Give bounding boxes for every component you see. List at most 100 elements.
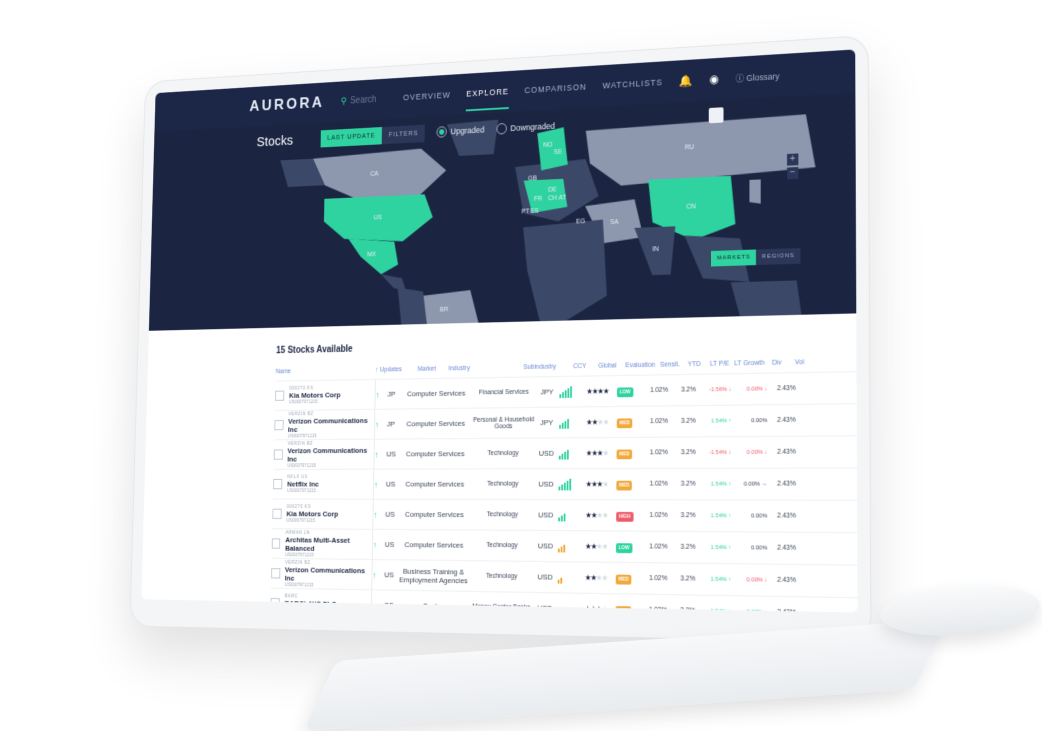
stock-name-block[interactable]: VERZIN BZ Verizon Communications Inc US0… [288,410,375,439]
market-cell: US [386,450,398,459]
evaluation-stars: ★★★★ [586,387,617,396]
row-checkbox[interactable] [272,538,281,548]
global-rating-bars [558,509,585,521]
div-cell: 0.00% [731,513,767,519]
subindustry-cell: Technology [472,511,534,518]
table-row[interactable]: NFLX US Netflix Inc US0007971215 ↑ US Co… [273,467,857,499]
vol-cell: 2.43% [767,449,796,456]
header-market[interactable]: Market [418,366,449,373]
vol-cell: 2.43% [767,513,796,520]
industry-cell: Computer Services [399,419,473,428]
map-zoom-controls: + − [787,153,798,179]
header-industry[interactable]: Industry [448,364,523,372]
map-label: EG [576,218,585,226]
header-ltpe[interactable]: LT P/E [710,360,734,367]
stock-name-block[interactable]: VERZIN BZ Verizon Communications Inc US0… [287,440,374,468]
header-ltgrowth[interactable]: LT Growth [734,360,772,368]
vol-cell: 2.43% [767,385,796,392]
ltpe-cell: 3.2% [668,449,696,456]
table-row[interactable]: 000270 KS Kia Motors Corp US0007971215 ↑… [272,498,857,532]
glossary-link[interactable]: ⓘ Glossary [736,69,780,84]
evaluation-stars: ★★★★ [584,605,615,613]
stars-filled: ★★★★ [586,387,608,396]
header-ccy[interactable]: CCY [573,363,598,370]
row-checkbox[interactable] [275,391,284,401]
ltpe-cell: 3.2% [668,481,696,488]
segment-last-update[interactable]: LAST UPDATE [321,127,383,148]
stock-name-block[interactable]: BARC BARCLAYS PLC. US0007971215 [284,594,338,613]
nav-tab-comparison[interactable]: COMPARISON [524,82,586,95]
rating-bar [567,419,569,429]
nav-tab-overview[interactable]: OVERVIEW [403,90,451,102]
global-rating-bars [559,416,586,428]
rating-bar [564,451,566,459]
header-updates[interactable]: ↑ Updates [375,366,417,373]
ltgrowth-cell: -1.54% ↓ [696,449,732,455]
header-vol[interactable]: Vol [795,359,814,366]
global-rating-bars [559,447,586,459]
header-sensit[interactable]: Sensit. [660,361,688,368]
region-japan [749,179,760,204]
stars-empty: ★★ [596,573,607,582]
row-checkbox[interactable] [272,509,281,519]
notification-bell-icon[interactable]: 🔔 [679,74,693,88]
region-africa [522,219,607,321]
page-title: Stocks [257,132,294,149]
stock-company-name: Kia Motors Corp [289,391,341,400]
zoom-out-button[interactable]: − [787,167,798,179]
radio-downgraded-label: Downgraded [510,121,555,133]
market-cell: JP [387,390,399,399]
map-label: IN [652,246,659,253]
toggle-regions[interactable]: REGIONS [756,248,800,265]
row-checkbox[interactable] [274,449,283,459]
app-logo[interactable]: AURORA [249,93,324,115]
stocks-count: 15 Stocks Available [276,333,856,356]
badge-label: MED [617,450,633,460]
rating-bar [563,544,565,552]
header-evaluation[interactable]: Evaluation [625,362,660,369]
stock-company-name: Netflix Inc [287,480,319,488]
row-checkbox[interactable] [271,568,280,578]
map-label: CH [548,195,557,203]
search-field[interactable]: ⚲ Search [341,94,377,106]
header-name[interactable]: Name [276,367,376,375]
badge-label: MED [617,418,633,428]
stock-name-block[interactable]: NFLX US Netflix Inc US0007971215 [287,474,319,494]
header-subindustry[interactable]: Subindustry [523,363,573,371]
stock-name-block[interactable]: 000270 KS Kia Motors Corp US0007971215 [289,385,341,405]
vol-cell: 2.43% [767,481,796,488]
toggle-markets[interactable]: MARKETS [711,249,756,266]
stock-isin: US0007971215 [286,518,338,524]
stock-name-block[interactable]: VERZIN BZ Verizon Communications Inc US0… [285,559,372,588]
nav-tab-explore[interactable]: EXPLORE [466,87,509,99]
nav-tab-watchlists[interactable]: WATCHLISTS [603,77,663,90]
header-global[interactable]: Global [598,362,625,369]
ltgrowth-cell: 1.54% ↑ [695,576,731,582]
radio-upgraded[interactable]: Upgraded [437,124,485,138]
stars-empty: ★ [603,449,609,458]
header-div[interactable]: Div [772,359,795,366]
user-avatar-icon[interactable]: ◉ [709,72,719,86]
ltpe-cell: 3.2% [668,418,696,425]
stars-filled: ★★★ [586,449,603,458]
zoom-in-button[interactable]: + [787,153,798,165]
market-cell: US [384,571,396,580]
row-checkbox[interactable] [270,598,279,608]
row-checkbox[interactable] [273,479,282,489]
rating-bar [558,548,560,552]
row-checkbox[interactable] [274,420,283,430]
table-row[interactable]: VERZIN BZ Verizon Communications Inc US0… [274,435,857,469]
stock-name-block[interactable]: 000270 KS Kia Motors Corp US0007971215 [286,504,338,524]
glossary-icon: ⓘ [736,73,744,83]
stars-empty: ★ [602,480,608,489]
list-view-icon[interactable] [709,107,724,123]
radio-downgraded[interactable]: Downgraded [496,120,555,134]
ltpe-cell: 3.2% [668,512,696,519]
stock-name-block[interactable]: ARMAN LN Architas Multi-Asset Balanced U… [285,530,373,559]
badge-label: LOW [617,387,633,397]
segment-filters[interactable]: FILTERS [382,124,425,144]
global-rating-bars [559,386,586,398]
evaluation-stars: ★★★★ [586,449,617,458]
ltpe-cell: 3.2% [668,386,696,393]
header-ytd[interactable]: YTD [688,361,710,368]
